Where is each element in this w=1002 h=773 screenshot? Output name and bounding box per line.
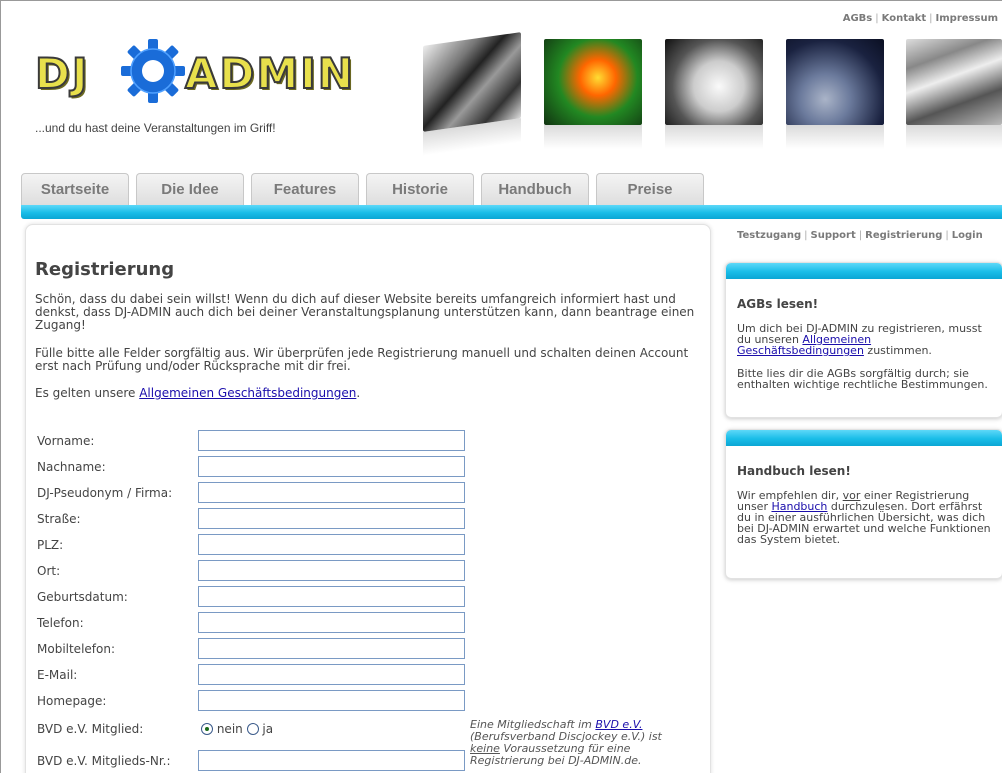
bvd-yes-label: ja [262, 722, 274, 736]
telefon-input[interactable] [198, 612, 465, 633]
ort-label: Ort: [37, 564, 61, 578]
vorname-label: Vorname: [37, 434, 95, 448]
tab-preise[interactable]: Preise [596, 173, 704, 205]
impressum-link[interactable]: Impressum [936, 13, 998, 24]
bvd-member-radio-group: nein ja [201, 722, 273, 736]
plz-input[interactable] [198, 534, 465, 555]
telefon-label: Telefon: [37, 616, 84, 630]
nachname-input[interactable] [198, 456, 465, 477]
agbs-info-box: AGBs lesen! Um dich bei DJ-ADMIN zu regi… [725, 262, 1002, 418]
bvd-nr-label: BVD e.V. Mitglieds-Nr.: [37, 754, 171, 768]
agbs-link[interactable]: AGBs [843, 13, 873, 24]
logo-tagline: ...und du hast deine Veranstaltungen im … [35, 121, 276, 135]
separator: | [804, 230, 808, 241]
tab-features[interactable]: Features [251, 173, 359, 205]
bvd-no-label: nein [216, 722, 243, 736]
testzugang-link[interactable]: Testzugang [737, 230, 801, 241]
jack-cable-icon [786, 39, 884, 149]
bvd-member-label: BVD e.V. Mitglied: [37, 722, 144, 736]
strasse-label: Straße: [37, 512, 81, 526]
bvd-note: Eine Mitgliedschaft im BVD e.V. (Berufsv… [470, 719, 680, 767]
handbuch-info-box: Handbuch lesen! Wir empfehlen dir, vor e… [725, 429, 1002, 579]
form-row-bvd-member: BVD e.V. Mitglied: nein ja [37, 720, 467, 742]
geburtsdatum-input[interactable] [198, 586, 465, 607]
separator: | [929, 13, 933, 24]
terms-link[interactable]: Allgemeinen Geschäftsbedingungen [139, 386, 356, 400]
bvd-yes-radio[interactable] [246, 723, 259, 735]
box-header-bar [726, 263, 1002, 279]
sidebar-links: Testzugang | Support | Registrierung | Login [737, 230, 983, 241]
geburtsdatum-label: Geburtsdatum: [37, 590, 128, 604]
laser-icon [544, 39, 642, 149]
vorname-input[interactable] [198, 430, 465, 451]
tab-handbuch[interactable]: Handbuch [481, 173, 589, 205]
agbs-box-text: Um dich bei DJ-ADMIN zu registrieren, mu… [737, 323, 996, 356]
bvd-no-radio[interactable] [201, 723, 213, 735]
intro-paragraph: Schön, dass du dabei sein willst! Wenn d… [35, 292, 695, 332]
separator: | [945, 230, 949, 241]
terms-suffix: . [356, 386, 361, 400]
nav-underline-bar [21, 205, 1002, 219]
email-input[interactable] [198, 664, 465, 685]
login-link[interactable]: Login [952, 230, 983, 241]
agbs-box-note: Bitte lies dir die AGBs sorgfältig durch… [737, 367, 988, 391]
gear-icon [121, 39, 185, 103]
page-title: Registrierung [35, 259, 175, 280]
tab-startseite[interactable]: Startseite [21, 173, 129, 205]
handbuch-box-text: Wir empfehlen dir, vor einer Registrieru… [737, 490, 996, 545]
nachname-label: Nachname: [37, 460, 106, 474]
agbs-box-title: AGBs lesen! [737, 297, 819, 311]
handbuch-box-title: Handbuch lesen! [737, 464, 851, 478]
email-label: E-Mail: [37, 668, 78, 682]
mixer-icon [423, 32, 521, 132]
instruction-paragraph: Fülle bitte alle Felder sorgfältig aus. … [35, 346, 689, 373]
agbs-box-suffix: zustimmen. [863, 344, 932, 357]
pseudonym-label: DJ-Pseudonym / Firma: [37, 486, 173, 500]
strasse-input[interactable] [198, 508, 465, 529]
tab-historie[interactable]: Historie [366, 173, 474, 205]
ort-input[interactable] [198, 560, 465, 581]
kontakt-link[interactable]: Kontakt [882, 13, 927, 24]
separator: | [858, 230, 863, 241]
terms-prefix: Es gelten unsere [35, 386, 140, 400]
logo-admin-text: ADMIN [184, 48, 355, 99]
terms-paragraph: Es gelten unsere Allgemeinen Geschäftsbe… [35, 387, 699, 400]
flight-case-icon [906, 39, 1002, 149]
homepage-input[interactable] [198, 690, 465, 711]
support-link[interactable]: Support [811, 230, 856, 241]
registration-panel: Registrierung Schön, dass du dabei sein … [25, 224, 711, 773]
mobiltelefon-input[interactable] [198, 638, 465, 659]
logo-dj-text: DJ [34, 48, 90, 99]
bvd-nr-input[interactable] [198, 750, 465, 771]
site-logo[interactable]: DJ ADMIN ...und du hast deine Veranstalt… [34, 33, 354, 145]
registrierung-link[interactable]: Registrierung [865, 230, 942, 241]
homepage-label: Homepage: [37, 694, 107, 708]
separator: | [875, 13, 879, 24]
tab-die-idee[interactable]: Die Idee [136, 173, 244, 205]
pseudonym-input[interactable] [198, 482, 465, 503]
plz-label: PLZ: [37, 538, 64, 552]
box-header-bar [726, 430, 1002, 446]
mobiltelefon-label: Mobiltelefon: [37, 642, 115, 656]
speaker-icon [665, 39, 763, 149]
top-links: AGBs | Kontakt | Impressum [843, 13, 998, 24]
